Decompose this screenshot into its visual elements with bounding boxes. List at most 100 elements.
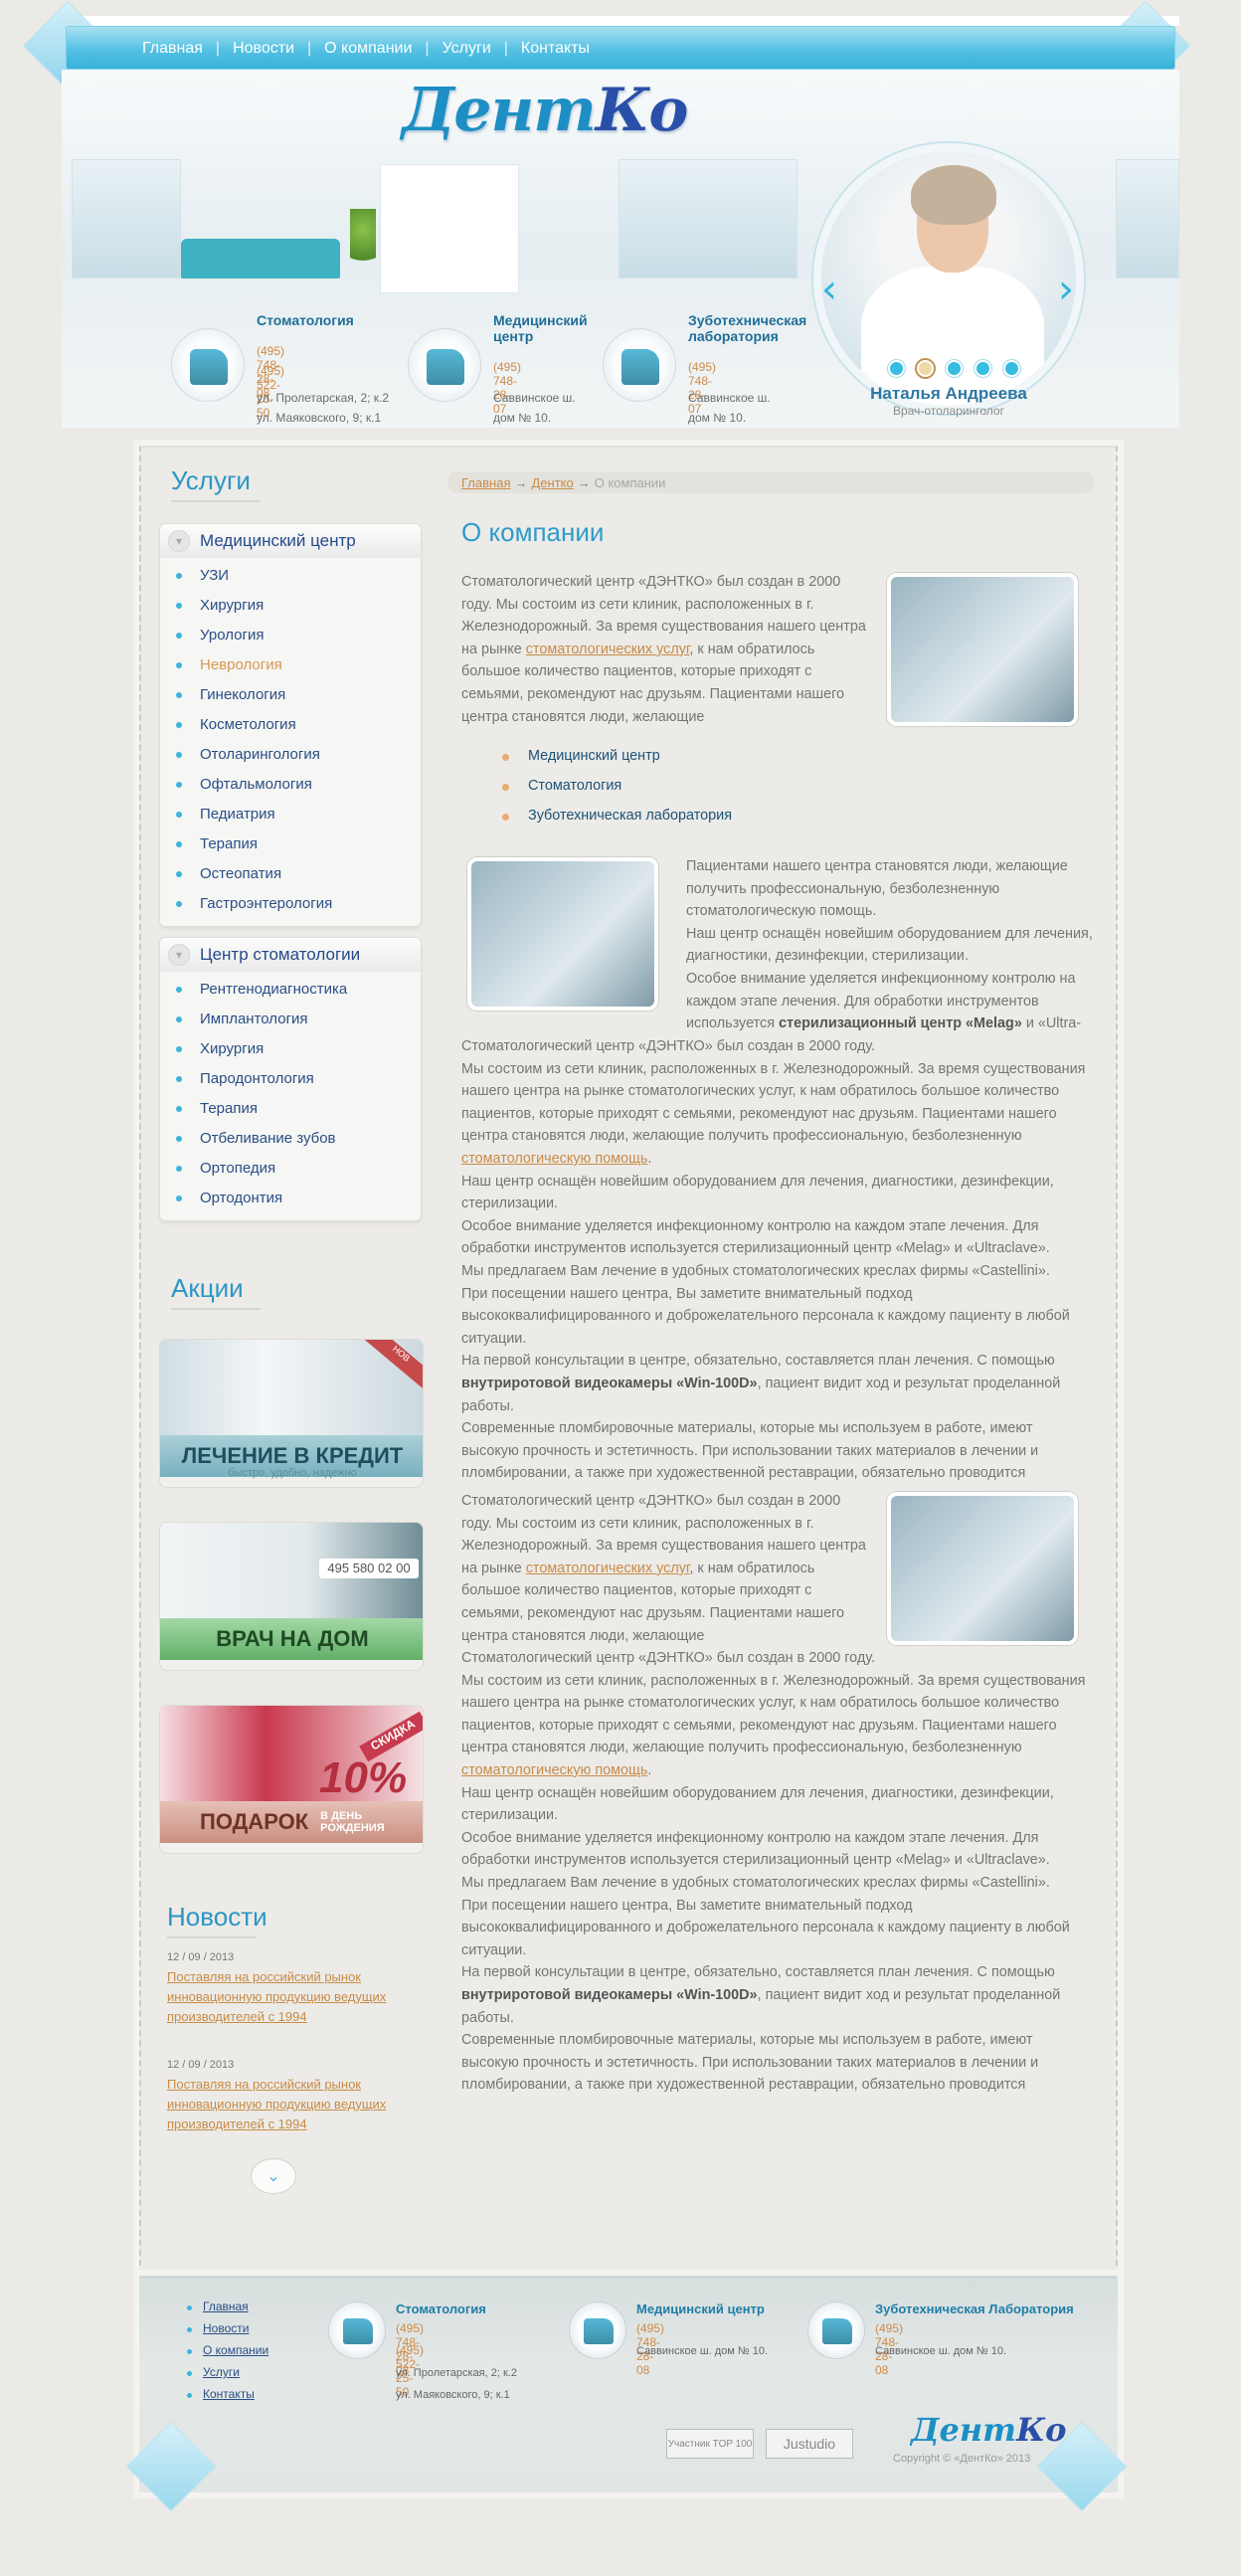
- menu-item-uzi[interactable]: УЗИ: [160, 560, 421, 590]
- hero-doorway: [380, 164, 519, 293]
- footer-nav-about[interactable]: О компании: [187, 2343, 268, 2365]
- scroll-down-icon[interactable]: ⌄: [251, 2158, 296, 2194]
- nav-about[interactable]: О компании: [294, 40, 412, 58]
- photo-dental-procedure: [887, 573, 1078, 726]
- slider-prev-icon[interactable]: ‹: [821, 267, 837, 312]
- photo-ultrasound: [467, 857, 658, 1011]
- nav-contacts[interactable]: Контакты: [491, 40, 590, 58]
- promo-credit[interactable]: НОВ ЛЕЧЕНИЕ В КРЕДИТ быстро, удобно, над…: [159, 1339, 424, 1488]
- header-address: Саввинское ш.: [688, 391, 771, 405]
- dental-help-link[interactable]: стоматологическую помощь: [461, 1762, 647, 1778]
- menu-item-ophthalmology[interactable]: Офтальмология: [160, 769, 421, 799]
- nav-home[interactable]: Главная: [142, 40, 203, 58]
- promo-label: ВРАЧ НА ДОМ: [160, 1618, 423, 1660]
- text: Мы предлагаем Вам лечение в удобных стом…: [461, 1262, 1050, 1279]
- promo-note2: РОЖДЕНИЯ: [320, 1822, 385, 1834]
- promo-home-visit[interactable]: 495 580 02 00 ВРАЧ НА ДОМ: [159, 1522, 424, 1671]
- promo-note1: В ДЕНЬ: [320, 1810, 363, 1822]
- slider-dot[interactable]: [975, 360, 991, 377]
- hero-window: [72, 159, 181, 278]
- footer-nav-contacts[interactable]: Контакты: [187, 2387, 268, 2409]
- text: При посещении нашего центра, Вы заметите…: [461, 1285, 1070, 1347]
- footer-block-title[interactable]: Зуботехническая Лаборатория: [875, 2301, 1074, 2316]
- menu-item-implant[interactable]: Имплантология: [160, 1004, 421, 1033]
- lab-equipment-icon: [603, 328, 676, 402]
- slider-dot[interactable]: [946, 360, 963, 377]
- menu-item-orthopedics[interactable]: Ортопедия: [160, 1153, 421, 1183]
- menu-title: Медицинский центр: [200, 531, 356, 550]
- header-block-title[interactable]: Медицинский центр: [493, 312, 588, 344]
- nav-news[interactable]: Новости: [203, 40, 294, 58]
- menu-item-xray[interactable]: Рентгенодиагностика: [160, 974, 421, 1004]
- breadcrumb: Главная → Дентко → О компании: [447, 471, 1094, 493]
- menu-item-urology[interactable]: Урология: [160, 620, 421, 649]
- studio-badge[interactable]: Justudio: [766, 2429, 853, 2459]
- lab-equipment-icon: [807, 2301, 865, 2359]
- dental-menu-header[interactable]: ▾ Центр стоматологии: [160, 938, 421, 972]
- services-link[interactable]: стоматологических услуг: [526, 642, 690, 657]
- menu-item-neurology[interactable]: Неврология: [160, 649, 421, 679]
- list-item[interactable]: Зуботехническая лаборатория: [502, 808, 732, 837]
- header-block-title[interactable]: Стоматология: [257, 312, 396, 328]
- header-address: ул. Маяковского, 9; к.1: [257, 411, 382, 425]
- hero-sofa: [181, 239, 340, 278]
- services-heading: Услуги: [171, 465, 261, 502]
- page: { "nav": ["Главная","Новости","О компани…: [0, 0, 1241, 2576]
- dental-help-link[interactable]: стоматологическую помощь: [461, 1151, 647, 1167]
- list-item[interactable]: Стоматология: [502, 778, 732, 808]
- footer-block-title[interactable]: Стоматология: [396, 2301, 486, 2316]
- menu-item-cosmetology[interactable]: Косметология: [160, 709, 421, 739]
- footer-nav-home[interactable]: Главная: [187, 2300, 268, 2321]
- menu-item-pediatrics[interactable]: Педиатрия: [160, 799, 421, 828]
- site-logo[interactable]: ДентКо: [402, 76, 689, 145]
- slider-dot-active[interactable]: [917, 360, 934, 377]
- footer-nav-services[interactable]: Услуги: [187, 2365, 268, 2387]
- breadcrumb-home[interactable]: Главная: [461, 475, 510, 490]
- footer-block-title[interactable]: Медицинский центр: [636, 2301, 765, 2316]
- news-link[interactable]: Поставляя на российский рынок инновацион…: [167, 1967, 406, 2027]
- text: Наш центр оснащён новейшим оборудованием…: [461, 1173, 1054, 1212]
- menu-title: Центр стоматологии: [200, 945, 361, 964]
- menu-item-whitening[interactable]: Отбеливание зубов: [160, 1123, 421, 1153]
- medical-menu: ▾ Медицинский центр УЗИ Хирургия Урология…: [159, 523, 422, 927]
- slider-dot[interactable]: [888, 360, 905, 377]
- logo-part2: Ко: [595, 76, 689, 145]
- header-address: дом № 10.: [688, 411, 747, 425]
- medical-equipment-icon: [569, 2301, 626, 2359]
- text-bold: стерилизационный центр «Melag»: [779, 1015, 1022, 1032]
- intro-paragraph: Стоматологический центр «ДЭНТКО» был соз…: [461, 571, 869, 728]
- footer-address: Саввинское ш. дом № 10.: [636, 2345, 769, 2357]
- slider-next-icon[interactable]: ›: [1058, 267, 1074, 312]
- menu-item-gynecology[interactable]: Гинекология: [160, 679, 421, 709]
- menu-item-periodontology[interactable]: Пародонтология: [160, 1063, 421, 1093]
- menu-item-gastro[interactable]: Гастроэнтерология: [160, 888, 421, 918]
- breadcrumb-dentko[interactable]: Дентко: [531, 475, 573, 490]
- page-title: О компании: [461, 517, 605, 547]
- promo-gift[interactable]: СКИДКА 10% ПОДАРОК В ДЕНЬ РОЖДЕНИЯ: [159, 1705, 424, 1854]
- rating-badge[interactable]: Участник TOP 100: [666, 2429, 754, 2459]
- text: Мы состоим из сети клиник, расположенных…: [461, 1672, 1086, 1756]
- nav-services[interactable]: Услуги: [412, 40, 491, 58]
- news-link[interactable]: Поставляя на российский рынок инновацион…: [167, 2075, 406, 2134]
- menu-item-surgery[interactable]: Хирургия: [160, 590, 421, 620]
- footer-nav-news[interactable]: Новости: [187, 2321, 268, 2343]
- news-date: 12 / 09 / 2013: [167, 2059, 235, 2071]
- hero-window: [1116, 159, 1179, 278]
- top-strip: [62, 16, 1179, 26]
- list-item[interactable]: Медицинский центр: [502, 748, 732, 778]
- paragraph-2: Пациентами нашего центра становятся люди…: [686, 855, 1094, 1035]
- menu-item-therapy[interactable]: Терапия: [160, 828, 421, 858]
- footer-logo[interactable]: ДентКо: [911, 2411, 1066, 2449]
- services-link[interactable]: стоматологических услуг: [526, 1561, 690, 1576]
- menu-item-osteopathy[interactable]: Остеопатия: [160, 858, 421, 888]
- menu-item-ent[interactable]: Отоларингология: [160, 739, 421, 769]
- medical-menu-header[interactable]: ▾ Медицинский центр: [160, 524, 421, 558]
- slider-dot[interactable]: [1003, 360, 1020, 377]
- news-heading: Новости: [167, 1902, 267, 1938]
- menu-item-surgery[interactable]: Хирургия: [160, 1033, 421, 1063]
- doctor-name: Наталья Андреева: [870, 384, 1027, 403]
- menu-item-therapy[interactable]: Терапия: [160, 1093, 421, 1123]
- menu-item-orthodontics[interactable]: Ортодонтия: [160, 1183, 421, 1212]
- header-block-title[interactable]: Зуботехническая лаборатория: [688, 312, 807, 344]
- text: и «Ultra-: [1021, 1015, 1082, 1032]
